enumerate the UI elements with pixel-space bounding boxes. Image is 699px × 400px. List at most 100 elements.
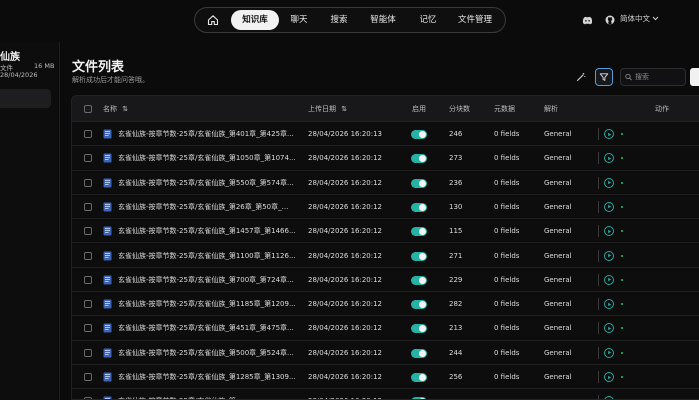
table-row[interactable]: 玄雀仙族-按章节数-25章/玄雀仙族_第401章_第425章... 28/04/2… [72, 122, 699, 147]
metadata-fields[interactable]: 0 fields [494, 316, 519, 340]
enable-toggle[interactable] [411, 251, 427, 261]
column-name-header[interactable]: 名称 ⇅ [103, 96, 128, 122]
add-file-button[interactable] [690, 68, 699, 86]
search-input[interactable] [635, 73, 685, 81]
enable-toggle[interactable] [411, 373, 427, 382]
file-name-link[interactable]: 玄雀仙族-按章节数-25章/玄雀仙族_第401章_第425章... [118, 122, 304, 146]
status-dot [621, 181, 623, 184]
parse-run-button[interactable] [604, 153, 614, 164]
row-checkbox[interactable] [84, 324, 92, 333]
file-name-link[interactable]: 玄雀仙族-按章节数-25章/玄雀仙族_第700章_第724章... [118, 268, 304, 292]
table-row[interactable]: 玄雀仙族-按章节数-25章/玄雀仙族_第1457章_第1466... 28/04/… [72, 219, 699, 244]
parse-method[interactable]: General [544, 268, 572, 292]
column-upload-date-header[interactable]: 上传日期 ⇅ [308, 96, 347, 122]
row-checkbox[interactable] [84, 275, 92, 284]
github-icon[interactable] [603, 13, 617, 27]
file-name-link[interactable]: 玄雀仙族-按章节数-25章/玄雀仙族_第500章_第524章... [118, 341, 304, 365]
table-row[interactable]: 玄雀仙族-按章节数-25章/玄雀仙族_第550章_第574章... 28/04/2… [72, 171, 699, 195]
table-row[interactable]: 玄雀仙族-按章节数-25章/玄雀仙族_第1285章_第1309... 28/04/… [72, 365, 699, 390]
metadata-fields[interactable]: 0 fields [494, 146, 519, 170]
parse-method[interactable]: General [544, 122, 572, 146]
file-name-link[interactable]: 玄雀仙族-按章节数-25章/玄雀仙族_第451章_第475章... [118, 316, 304, 340]
select-all-checkbox[interactable] [84, 105, 92, 113]
parse-run-button[interactable] [604, 250, 614, 261]
row-checkbox[interactable] [84, 251, 92, 260]
home-icon[interactable] [204, 11, 222, 29]
row-checkbox[interactable] [84, 202, 92, 211]
table-row[interactable]: 玄雀仙族-按章节数-25章/玄雀仙族_第26章_第50章_... 28/04/20… [72, 195, 699, 220]
parse-run-button[interactable] [604, 226, 614, 237]
file-name-link[interactable]: 玄雀仙族-按章节数-25章/玄雀仙族_第1185章_第1209... [118, 292, 304, 316]
filter-button[interactable] [595, 68, 613, 86]
parse-run-button[interactable] [604, 323, 614, 334]
metadata-fields[interactable]: 0 fields [494, 219, 519, 243]
parse-run-button[interactable] [604, 129, 614, 139]
parse-method[interactable]: General [544, 292, 572, 316]
parse-method[interactable]: General [544, 316, 572, 340]
metadata-fields[interactable]: 0 fields [494, 244, 519, 268]
parse-method[interactable]: General [544, 146, 572, 170]
metadata-fields[interactable]: 0 fields [494, 171, 519, 195]
enable-toggle[interactable] [411, 275, 427, 285]
parse-method[interactable]: General [544, 219, 572, 243]
discord-icon[interactable] [580, 13, 594, 27]
file-name-link[interactable]: 玄雀仙族-按章节数-25章/玄雀仙族_第1100章_第1126... [118, 244, 304, 268]
parse-run-button[interactable] [604, 347, 614, 358]
tab-knowledge-base[interactable]: 知识库 [231, 10, 279, 30]
row-checkbox[interactable] [84, 227, 92, 236]
tab-chat[interactable]: 聊天 [284, 10, 314, 30]
file-name-link[interactable]: 玄雀仙族-按章节数-25章/玄雀仙族_第1285章_第1309... [118, 365, 304, 389]
parse-method[interactable]: General [544, 365, 572, 389]
row-checkbox[interactable] [84, 130, 92, 138]
parse-method[interactable]: General [544, 341, 572, 365]
parse-run-button[interactable] [604, 372, 614, 382]
tab-file-management[interactable]: 文件管理 [452, 10, 498, 30]
table-row[interactable]: 玄雀仙族-按章节数-25章/玄雀仙族_第700章_第724章... 28/04/2… [72, 268, 699, 293]
metadata-fields[interactable]: 0 fields [494, 341, 519, 365]
metadata-fields[interactable]: 0 fields [494, 195, 519, 219]
parse-run-button[interactable] [604, 299, 614, 310]
enable-toggle[interactable] [411, 324, 427, 334]
metadata-fields[interactable]: 0 fields [494, 268, 519, 292]
file-name-link[interactable]: 玄雀仙族-按章节数-25章/玄雀仙族_第550章_第574章... [118, 171, 304, 195]
language-selector[interactable]: 简体中文 [620, 13, 659, 24]
metadata-fields[interactable]: 0 fields [494, 292, 519, 316]
row-checkbox[interactable] [84, 373, 92, 381]
table-row[interactable]: 玄雀仙族-按章节数-25章/玄雀仙族_第451章_第475章... 28/04/2… [72, 316, 699, 341]
enable-toggle[interactable] [411, 227, 427, 237]
tab-agents[interactable]: 智能体 [364, 10, 402, 30]
row-checkbox[interactable] [84, 154, 92, 163]
file-name-link[interactable]: 玄雀仙族-按章节数-25章/玄雀仙族_第1050章_第1074... [118, 146, 304, 170]
enable-toggle[interactable] [411, 348, 427, 358]
enable-toggle[interactable] [411, 178, 427, 188]
tab-search[interactable]: 搜索 [324, 10, 354, 30]
parse-run-button[interactable] [604, 201, 614, 212]
parse-run-button[interactable] [604, 396, 614, 399]
file-name-link[interactable]: 玄雀仙族-按章节数-25章/玄雀仙族_第1457章_第1466... [118, 219, 304, 243]
parse-method[interactable]: General [544, 244, 572, 268]
parse-run-button[interactable] [604, 274, 614, 285]
search-box[interactable] [620, 68, 686, 86]
parse-method[interactable]: General [544, 195, 572, 219]
tab-memory[interactable]: 记忆 [413, 10, 443, 30]
parse-run-button[interactable] [604, 177, 614, 188]
table-row[interactable]: 玄雀仙族-按章节数-25章/玄雀仙族_第500章_第524章... 28/04/2… [72, 341, 699, 365]
wand-button[interactable] [572, 68, 590, 86]
table-row[interactable]: 玄雀仙族-按章节数-25章/玄雀仙族_第1100章_第1126... 28/04/… [72, 244, 699, 268]
file-name-link[interactable]: 玄雀仙族-按章节数-25章/玄雀仙族_第26章_第50章_... [118, 195, 304, 219]
row-checkbox[interactable] [84, 300, 92, 309]
row-checkbox[interactable] [84, 178, 92, 187]
metadata-fields[interactable]: 0 fields [494, 122, 519, 146]
enable-toggle[interactable] [411, 130, 427, 139]
sidebar-item-dataset[interactable] [0, 89, 51, 108]
enable-toggle[interactable] [411, 154, 427, 164]
table-row[interactable]: 玄雀仙族-按章节数-25章/玄雀仙族_第1185章_第1209... 28/04/… [72, 292, 699, 317]
enable-toggle[interactable] [411, 202, 427, 212]
table-row[interactable]: 玄雀仙族-按章节数-25章/玄雀仙族_第1050章_第1074... 28/04/… [72, 146, 699, 171]
row-checkbox[interactable] [84, 348, 92, 357]
file-name-link[interactable]: 玄雀仙族-按章节数-25章/玄雀仙族_第... [118, 389, 304, 399]
table-row[interactable]: 玄雀仙族-按章节数-25章/玄雀仙族_第... 28/04/2026 16:20:… [72, 389, 699, 399]
enable-toggle[interactable] [411, 300, 427, 310]
parse-method[interactable]: General [544, 171, 572, 195]
metadata-fields[interactable]: 0 fields [494, 365, 519, 389]
